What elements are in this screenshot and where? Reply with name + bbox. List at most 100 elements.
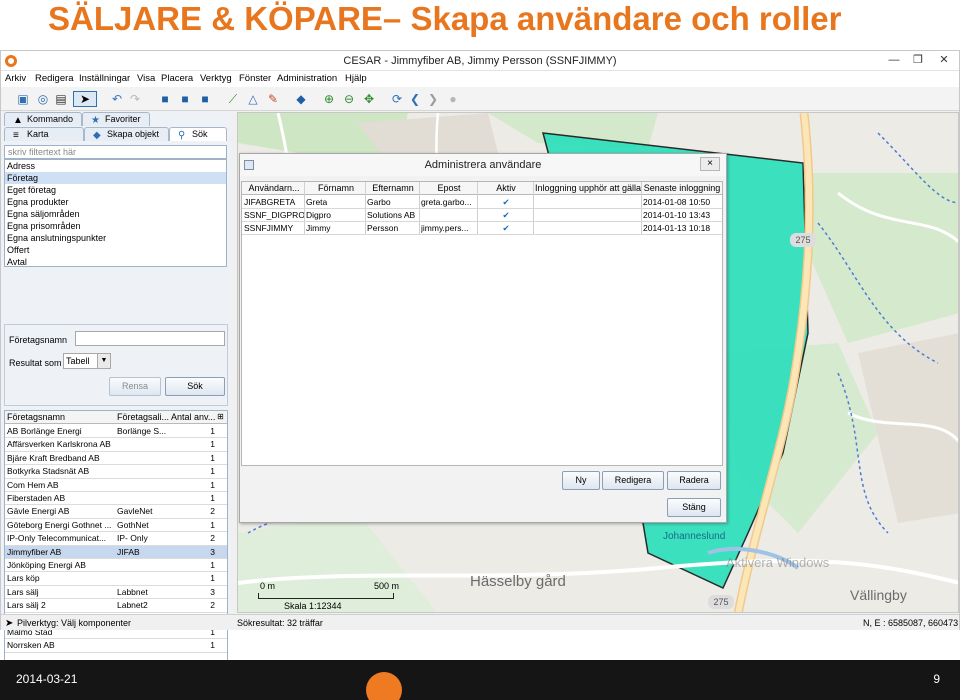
back-icon[interactable]: ❮ bbox=[407, 91, 423, 107]
menu-verktyg[interactable]: Verktyg bbox=[200, 73, 232, 84]
menu-arkiv[interactable]: Arkiv bbox=[5, 73, 26, 84]
new-user-button[interactable]: Ny bbox=[562, 471, 600, 490]
tab-sok[interactable]: ⚲ Sök bbox=[169, 127, 227, 141]
cube-icon[interactable]: ◆ bbox=[293, 91, 309, 107]
minimize-icon[interactable]: — bbox=[881, 52, 907, 69]
column-header[interactable]: Efternamn bbox=[366, 183, 420, 193]
company-name-input[interactable] bbox=[75, 331, 225, 346]
user-row[interactable]: JIFABGRETA Greta Garbo greta.garbo... ✔ 2014-… bbox=[242, 196, 722, 209]
admin-users-dialog: Administrera användare × Användarn... Fö… bbox=[239, 153, 727, 523]
draw-area-icon[interactable]: △ bbox=[245, 91, 261, 107]
delete-user-button[interactable]: Radera bbox=[667, 471, 721, 490]
filter-input[interactable]: skriv filtertext här bbox=[4, 145, 227, 159]
tab-karta[interactable]: ≡ Karta bbox=[4, 127, 84, 141]
objects2-icon[interactable]: ■ bbox=[177, 91, 193, 107]
map-label: Johanneslund bbox=[663, 531, 726, 542]
dialog-title: Administrera användare bbox=[424, 159, 542, 171]
table-row[interactable]: Norrsken AB 1 bbox=[5, 639, 227, 653]
result-as-label: Resultat som bbox=[9, 358, 62, 368]
tab-favoriter[interactable]: ★ Favoriter bbox=[82, 112, 150, 126]
column-header[interactable]: Förnamn bbox=[306, 183, 366, 193]
table-row[interactable]: Fiberstaden AB 1 bbox=[5, 492, 227, 506]
forward-icon[interactable]: ❯ bbox=[425, 91, 441, 107]
table-cell: Bjäre Kraft Bredband AB bbox=[7, 452, 100, 463]
zoom-in-icon[interactable]: ⊕ bbox=[321, 91, 337, 107]
redo-icon[interactable]: ↷ bbox=[127, 91, 143, 107]
user-row[interactable]: SSNF_DIGPRO Digpro Solutions AB ✔ 2014-01-10… bbox=[242, 209, 722, 222]
table-row[interactable]: Bjäre Kraft Bredband AB 1 bbox=[5, 452, 227, 466]
column-chooser-icon[interactable]: ⊞ bbox=[217, 412, 227, 421]
menu-installningar[interactable]: Inställningar bbox=[79, 73, 130, 84]
list-item[interactable]: Egna anslutningspunkter bbox=[5, 232, 226, 244]
column-header[interactable]: Företagsali... bbox=[117, 412, 169, 422]
refresh-icon[interactable]: ⟳ bbox=[389, 91, 405, 107]
list-item[interactable]: Egna säljområden bbox=[5, 208, 226, 220]
menu-hjalp[interactable]: Hjälp bbox=[345, 73, 367, 84]
menu-placera[interactable]: Placera bbox=[161, 73, 193, 84]
zoom-out-icon[interactable]: ⊖ bbox=[341, 91, 357, 107]
menu-administration[interactable]: Administration bbox=[277, 73, 337, 84]
undo-icon[interactable]: ↶ bbox=[109, 91, 125, 107]
table-row[interactable]: Jimmyfiber AB JIFAB 3 bbox=[5, 545, 227, 559]
table-cell: Labnet2 bbox=[117, 600, 148, 611]
menu-redigera[interactable]: Redigera bbox=[35, 73, 74, 84]
draw-point-icon[interactable]: ✎ bbox=[265, 91, 281, 107]
table-row[interactable]: Com Hem AB 1 bbox=[5, 479, 227, 492]
list-item[interactable]: Adress bbox=[5, 160, 226, 172]
list-item[interactable]: Företag bbox=[5, 172, 226, 184]
column-header[interactable]: Företagsnamn bbox=[7, 412, 115, 422]
menu-bar: Arkiv Redigera Inställningar Visa Placer… bbox=[1, 71, 959, 87]
user-row[interactable]: SSNFJIMMY Jimmy Persson jimmy.pers... ✔ 2014-… bbox=[242, 222, 722, 235]
hand-icon[interactable]: ◎ bbox=[35, 91, 51, 107]
dialog-close-icon[interactable]: × bbox=[700, 157, 720, 171]
column-header[interactable]: Antal anv... bbox=[171, 412, 215, 422]
list-item[interactable]: Avtal bbox=[5, 256, 226, 266]
table-row[interactable]: Jönköping Energi AB 1 bbox=[5, 559, 227, 573]
column-header[interactable]: Senaste inloggning bbox=[642, 183, 722, 193]
list-item[interactable]: Eget företag bbox=[5, 184, 226, 196]
list-item[interactable]: Offert bbox=[5, 244, 226, 256]
user-cell: 2014-01-13 10:18 bbox=[643, 223, 711, 233]
column-header[interactable]: Inloggning upphör att gälla bbox=[534, 183, 642, 193]
stop-icon[interactable]: ● bbox=[445, 91, 461, 107]
table-row[interactable]: Lars köp 1 bbox=[5, 572, 227, 586]
search-button[interactable]: Sök bbox=[165, 377, 225, 396]
table-row[interactable]: Gävle Energi AB GavleNet 2 bbox=[5, 505, 227, 519]
column-header[interactable]: Användarn... bbox=[244, 183, 304, 193]
table-row[interactable]: Botkyrka Stadsnät AB 1 bbox=[5, 465, 227, 479]
table-row[interactable]: Lars sälj 2 Labnet2 2 bbox=[5, 599, 227, 613]
footer-orange-circle bbox=[366, 672, 402, 700]
map-label: Vällingby bbox=[850, 587, 907, 603]
menu-visa[interactable]: Visa bbox=[137, 73, 155, 84]
list-item[interactable]: Egna prisområden bbox=[5, 220, 226, 232]
list-item[interactable]: Egna produkter bbox=[5, 196, 226, 208]
tab-skapa-objekt[interactable]: ◆ Skapa objekt bbox=[84, 127, 169, 141]
table-cell: IP-Only Telecommunicat... bbox=[7, 533, 107, 544]
menu-fonster[interactable]: Fönster bbox=[239, 73, 271, 84]
close-dialog-button[interactable]: Stäng bbox=[667, 498, 721, 517]
clear-button[interactable]: Rensa bbox=[109, 377, 161, 396]
slide-page-number: 9 bbox=[933, 672, 940, 686]
objects3-icon[interactable]: ■ bbox=[197, 91, 213, 107]
table-row[interactable]: Affärsverken Karlskrona AB 1 bbox=[5, 438, 227, 452]
draw-line-icon[interactable]: ⟋ bbox=[225, 91, 241, 107]
table-row[interactable]: AB Borlänge Energi Borlänge S... 1 bbox=[5, 425, 227, 439]
maximize-icon[interactable]: ❐ bbox=[905, 52, 931, 69]
column-header[interactable]: Epost bbox=[420, 183, 478, 193]
objects-icon[interactable]: ■ bbox=[157, 91, 173, 107]
pan-icon[interactable]: ✥ bbox=[361, 91, 377, 107]
result-as-select[interactable]: Tabell ▼ bbox=[63, 353, 111, 369]
table-header: Företagsnamn Företagsali... Antal anv...… bbox=[5, 411, 227, 424]
pointer-icon[interactable]: ➤ bbox=[73, 91, 97, 107]
list-icon[interactable]: ▤ bbox=[53, 91, 69, 107]
column-header[interactable]: Aktiv bbox=[478, 183, 534, 193]
dialog-titlebar: Administrera användare × bbox=[240, 154, 726, 176]
table-row[interactable]: Göteborg Energi Gothnet ... GothNet 1 bbox=[5, 519, 227, 533]
tab-label: Kommando bbox=[27, 114, 74, 124]
select-icon[interactable]: ▣ bbox=[15, 91, 31, 107]
table-row[interactable]: Lars sälj Labbnet 3 bbox=[5, 586, 227, 600]
edit-user-button[interactable]: Redigera bbox=[602, 471, 664, 490]
tab-kommando[interactable]: ▲ Kommando bbox=[4, 112, 82, 126]
close-icon[interactable]: ✕ bbox=[931, 52, 957, 69]
table-row[interactable]: IP-Only Telecommunicat... IP- Only 2 bbox=[5, 532, 227, 546]
